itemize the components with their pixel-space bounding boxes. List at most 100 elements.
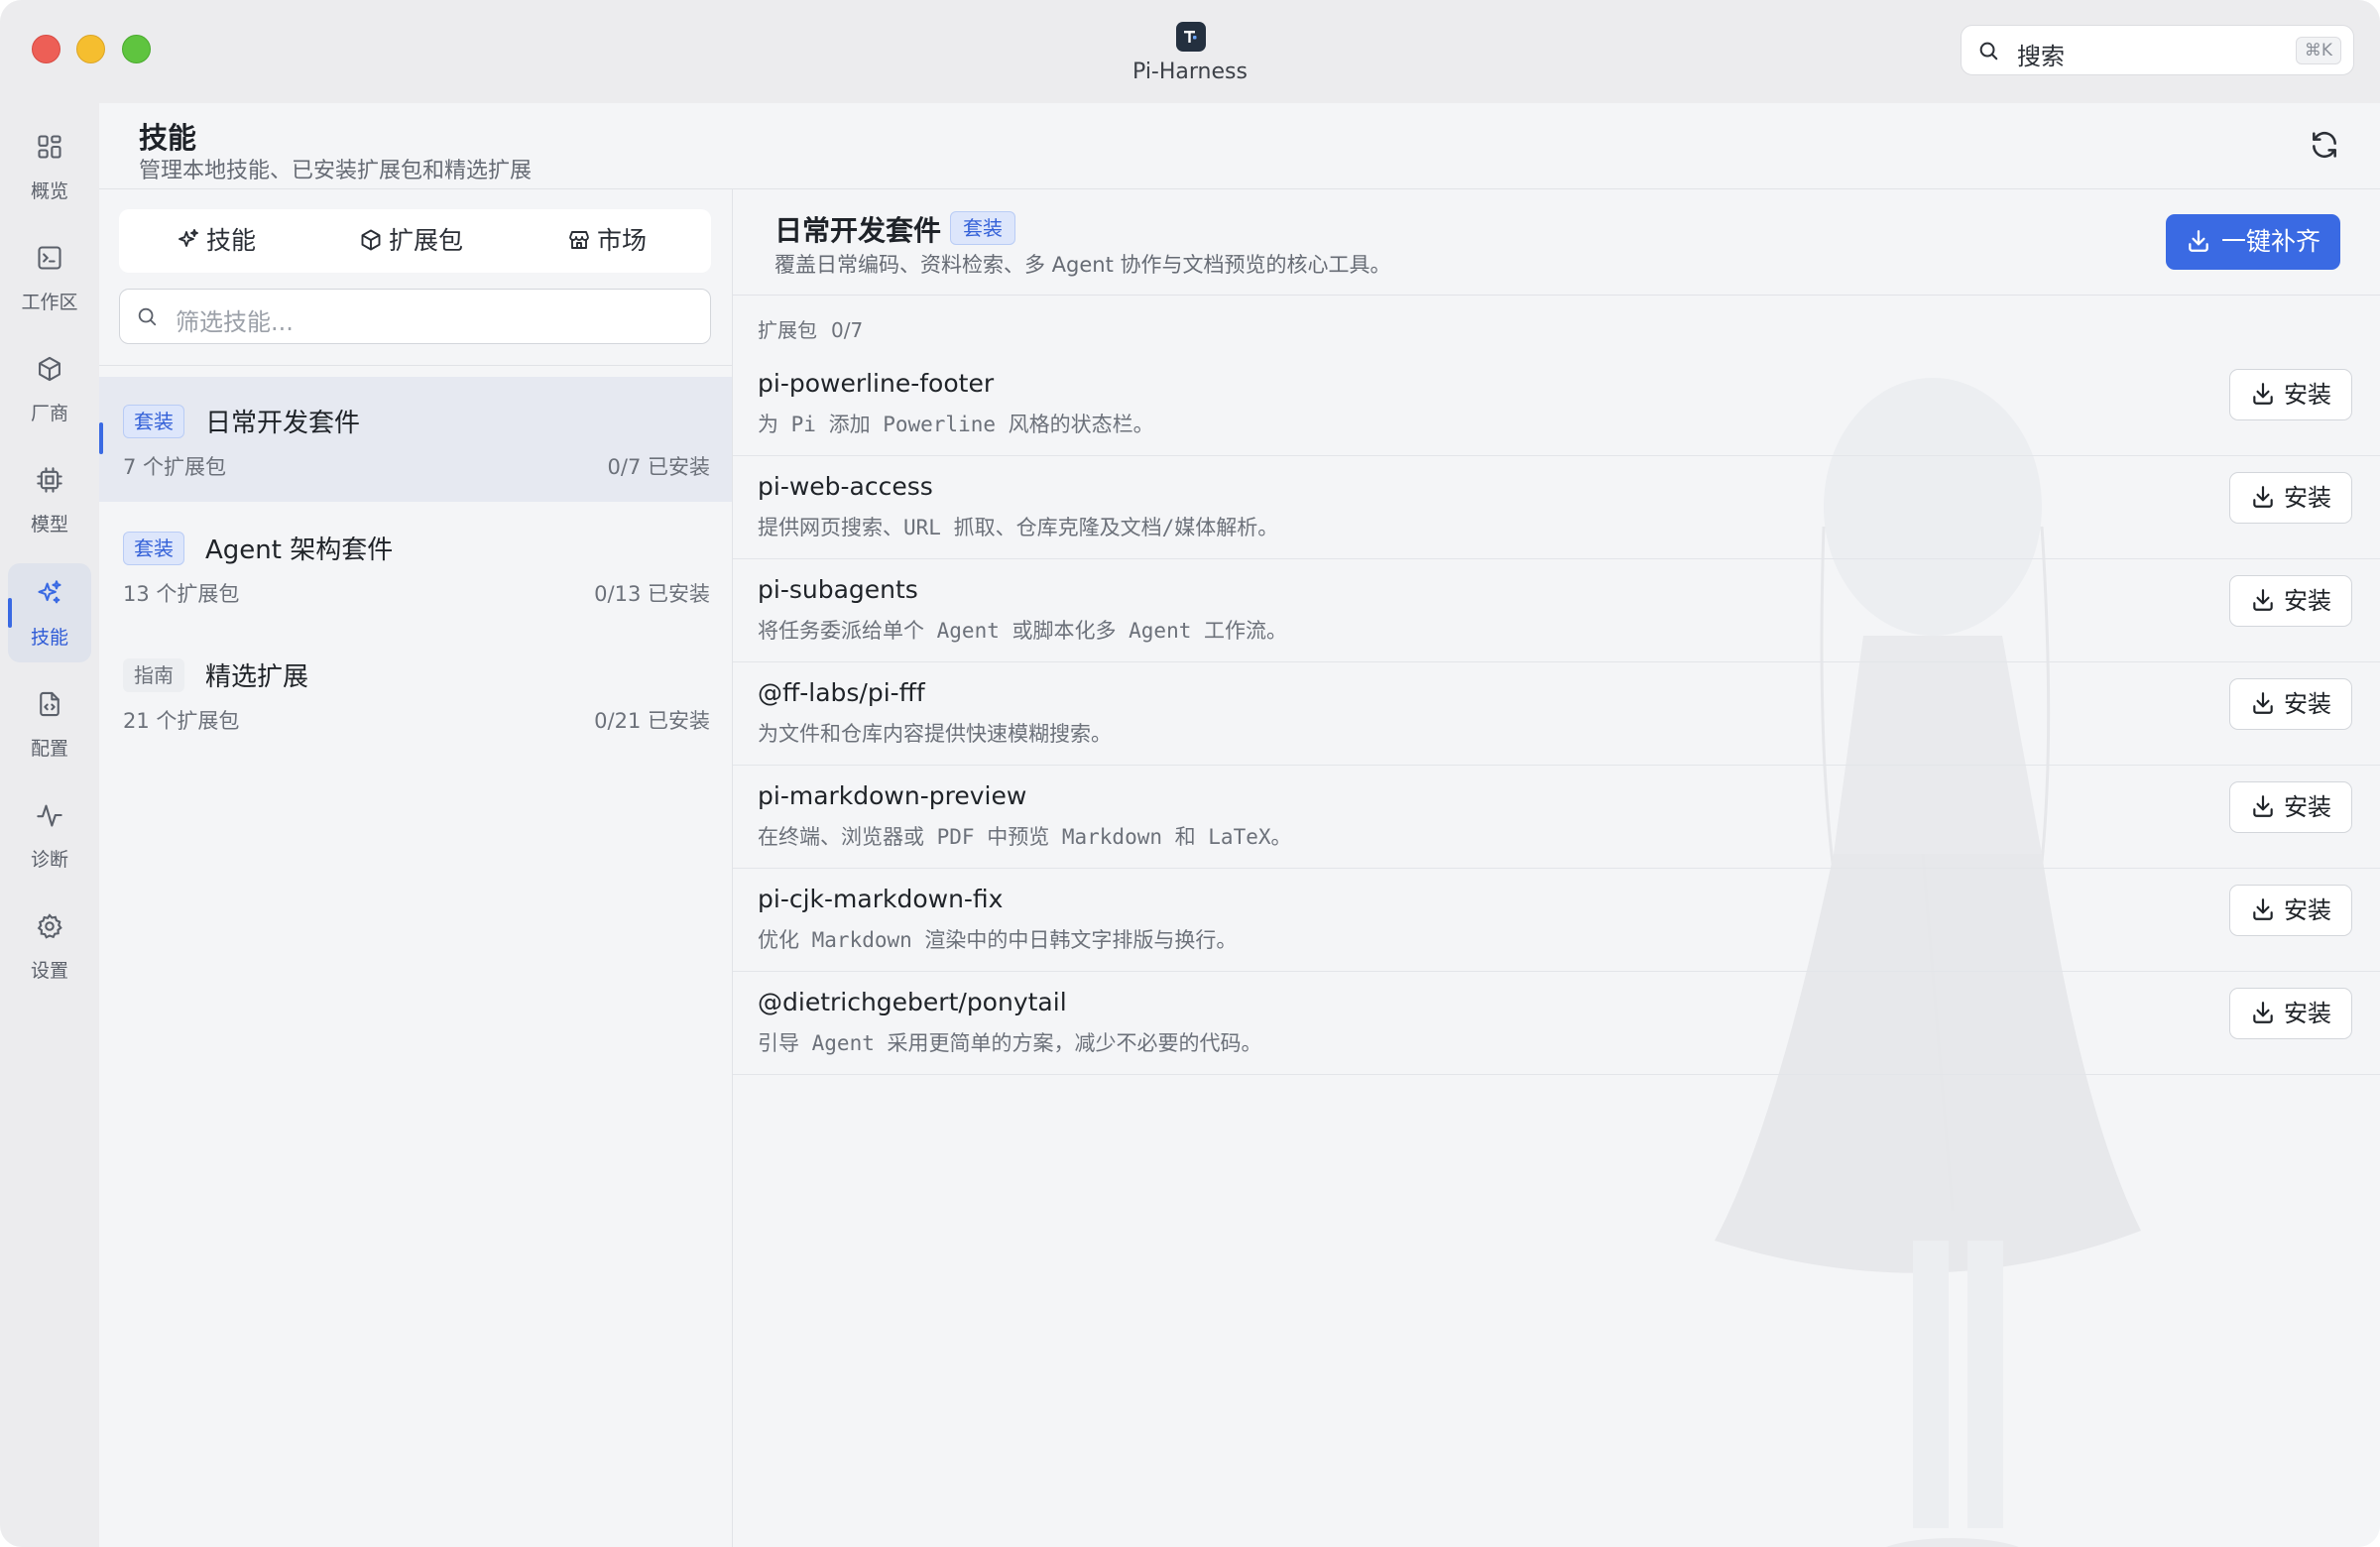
extension-row: @dietrichgebert/ponytail 引导 Agent 采用更简单的方… [733, 972, 2380, 1075]
extension-description: 引导 Agent 采用更简单的方案，减少不必要的代码。 [758, 1031, 1262, 1055]
page-title: 技能 [139, 121, 197, 155]
rail-item-label: 设置 [30, 960, 68, 982]
rail-item-vendors[interactable]: 厂商 [8, 339, 91, 438]
minimize-window-button[interactable] [76, 35, 105, 63]
extension-description: 将任务委派给单个 Agent 或脚本化多 Agent 工作流。 [758, 619, 1288, 643]
sparkles-icon [178, 229, 198, 247]
package-icon [361, 229, 381, 251]
close-window-button[interactable] [32, 35, 60, 63]
section-label: 扩展包 [758, 318, 817, 342]
rail-item-label: 诊断 [30, 849, 68, 871]
install-button[interactable]: 安装 [2229, 678, 2352, 730]
install-all-button[interactable]: 一键补齐 [2166, 214, 2340, 270]
extension-description: 为文件和仓库内容提供快速模糊搜索。 [758, 722, 1112, 746]
tab-label: 扩展包 [389, 226, 464, 255]
extension-name: pi-subagents [758, 575, 918, 604]
global-search-input[interactable]: 搜索 ⌘K [1961, 25, 2354, 75]
suite-item-agent-architecture[interactable]: 套装 Agent 架构套件 13 个扩展包 0/13 已安装 [99, 504, 732, 629]
rail-item-label: 工作区 [21, 292, 78, 313]
tab-packages[interactable]: 扩展包 [359, 209, 463, 273]
install-label: 安装 [2284, 896, 2331, 924]
download-icon [2253, 692, 2273, 714]
chip-icon [36, 466, 63, 498]
rail-item-label: 配置 [30, 738, 68, 760]
download-icon [2253, 383, 2273, 405]
refresh-icon [2309, 131, 2340, 165]
search-placeholder: 搜索 [2017, 43, 2065, 70]
download-icon [2253, 486, 2273, 508]
install-button[interactable]: 安装 [2229, 472, 2352, 524]
app-title: Pi-Harness [1132, 60, 1248, 84]
extension-name: @dietrichgebert/ponytail [758, 988, 1067, 1016]
suite-badge: 套装 [123, 405, 184, 438]
zoom-window-button[interactable] [122, 35, 151, 63]
app-logo-icon [1176, 22, 1206, 52]
suite-installed-count: 0/21 已安装 [594, 709, 710, 733]
download-icon [2253, 795, 2273, 817]
rail-item-diagnostics[interactable]: 诊断 [8, 785, 91, 885]
download-icon [2253, 898, 2273, 920]
extension-description: 为 Pi 添加 Powerline 风格的状态栏。 [758, 413, 1154, 436]
left-navigation-rail: 概览 工作区 厂商 模型 技能 配置 诊断 设置 [0, 103, 99, 1547]
packages-section-header: 扩展包 0/7 [758, 314, 863, 343]
install-button[interactable]: 安装 [2229, 575, 2352, 627]
install-button[interactable]: 安装 [2229, 781, 2352, 833]
download-icon [2189, 230, 2208, 252]
suite-package-count: 7 个扩展包 [123, 455, 227, 479]
suite-package-count: 13 个扩展包 [123, 582, 240, 606]
suite-item-daily-dev[interactable]: 套装 日常开发套件 7 个扩展包 0/7 已安装 [99, 377, 732, 502]
suite-list-panel: 技能 扩展包 市场 筛选技能... 套装 日常开发套件 7 个扩展包 0/7 已… [99, 189, 733, 1547]
extension-description: 优化 Markdown 渲染中的中日韩文字排版与换行。 [758, 928, 1238, 952]
cube-icon [36, 355, 63, 387]
rail-item-skills[interactable]: 技能 [8, 563, 91, 662]
download-icon [2253, 1002, 2273, 1023]
install-label: 安装 [2284, 484, 2331, 512]
extension-name: pi-markdown-preview [758, 781, 1027, 810]
rail-item-settings[interactable]: 设置 [8, 896, 91, 996]
suite-name: 日常开发套件 [205, 409, 361, 438]
skill-filter-input[interactable]: 筛选技能... [119, 289, 711, 344]
install-button[interactable]: 安装 [2229, 885, 2352, 936]
install-label: 安装 [2284, 381, 2331, 409]
app-window: Pi-Harness 搜索 ⌘K 概览 工作区 厂商 模型 技能 配置 诊断 设… [0, 0, 2380, 1547]
refresh-button[interactable] [2309, 129, 2344, 165]
rail-item-overview[interactable]: 概览 [8, 117, 91, 216]
extension-name: pi-cjk-markdown-fix [758, 885, 1004, 913]
filter-placeholder: 筛选技能... [176, 308, 294, 336]
file-code-icon [36, 690, 63, 722]
rail-item-config[interactable]: 配置 [8, 674, 91, 774]
extension-description: 在终端、浏览器或 PDF 中预览 Markdown 和 LaTeX。 [758, 825, 1292, 849]
tab-skills[interactable]: 技能 [177, 209, 256, 273]
extension-row: pi-powerline-footer 为 Pi 添加 Powerline 风格的… [733, 353, 2380, 456]
grid-icon [36, 133, 63, 165]
install-label: 安装 [2284, 690, 2331, 718]
suite-name: 精选扩展 [205, 662, 309, 692]
install-button[interactable]: 安装 [2229, 988, 2352, 1039]
suite-item-featured[interactable]: 指南 精选扩展 21 个扩展包 0/21 已安装 [99, 631, 732, 756]
extension-row: pi-markdown-preview 在终端、浏览器或 PDF 中预览 Mark… [733, 766, 2380, 869]
suite-installed-count: 0/7 已安装 [607, 455, 710, 479]
extension-name: pi-web-access [758, 472, 933, 501]
sparkles-icon [36, 579, 63, 611]
tab-label: 技能 [206, 226, 257, 255]
rail-item-models[interactable]: 模型 [8, 450, 91, 549]
suite-detail-panel: 日常开发套件 套装 覆盖日常编码、资料检索、多 Agent 协作与文档预览的核心… [733, 189, 2380, 1547]
activity-icon [36, 801, 63, 833]
rail-item-workspace[interactable]: 工作区 [8, 228, 91, 327]
rail-item-label: 厂商 [30, 403, 68, 424]
suite-package-count: 21 个扩展包 [123, 709, 240, 733]
extension-row: pi-subagents 将任务委派给单个 Agent 或脚本化多 Agent 工… [733, 559, 2380, 662]
rail-item-label: 技能 [30, 627, 68, 649]
terminal-icon [36, 244, 63, 276]
suite-installed-count: 0/13 已安装 [594, 582, 710, 606]
extension-row: pi-cjk-markdown-fix 优化 Markdown 渲染中的中日韩文字… [733, 869, 2380, 972]
extension-row: @ff-labs/pi-fff 为文件和仓库内容提供快速模糊搜索。 安装 [733, 662, 2380, 766]
tab-market[interactable]: 市场 [567, 209, 647, 273]
suite-badge: 指南 [123, 658, 184, 692]
gear-icon [36, 912, 63, 944]
rail-item-label: 概览 [30, 180, 68, 202]
search-shortcut-badge: ⌘K [2295, 37, 2341, 64]
install-label: 安装 [2284, 793, 2331, 821]
install-button[interactable]: 安装 [2229, 369, 2352, 420]
install-label: 安装 [2284, 1000, 2331, 1027]
